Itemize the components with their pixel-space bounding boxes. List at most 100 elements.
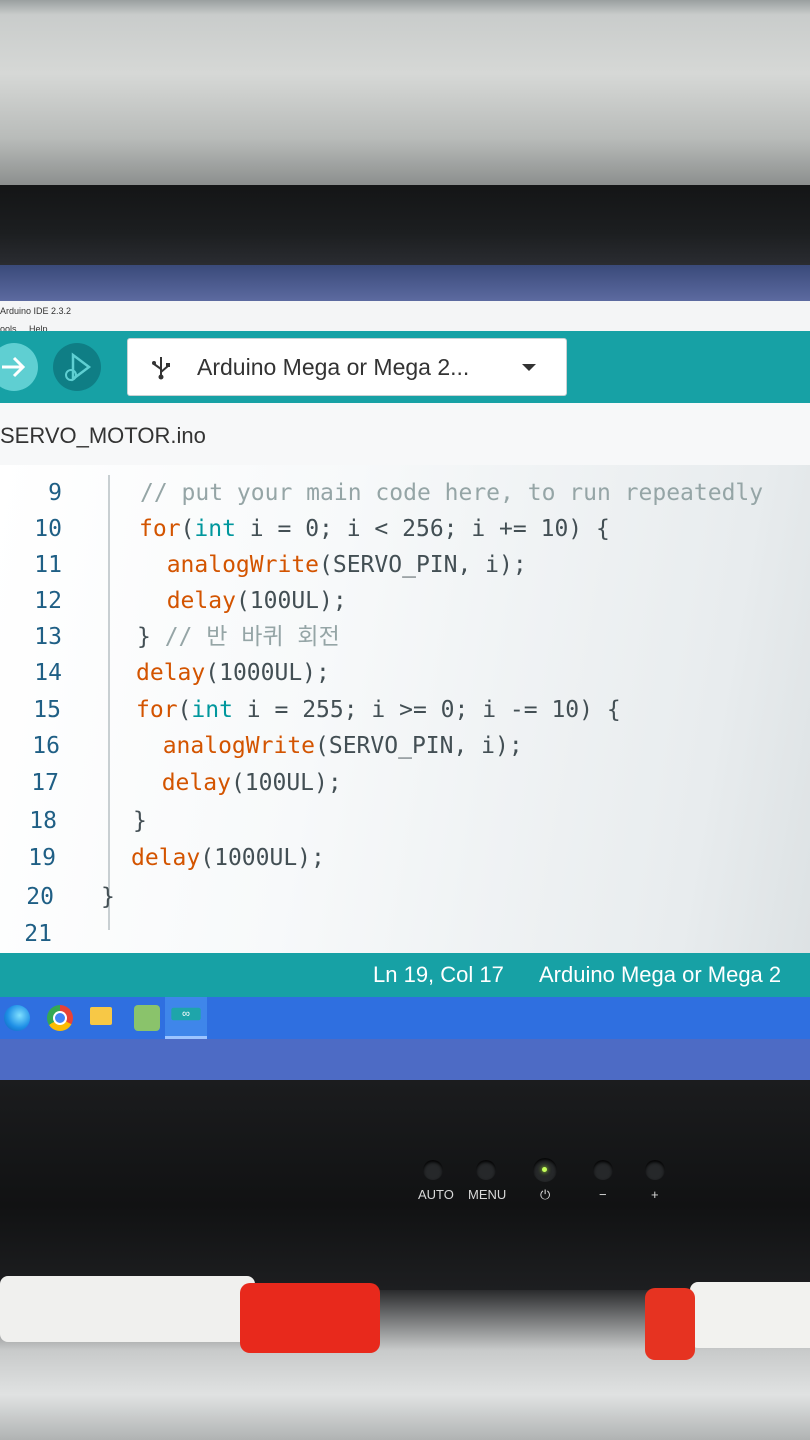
code-token: (SERVO_PIN, i);	[315, 733, 523, 759]
code-line: 10 for(int i = 0; i < 256; i += 10) {	[0, 511, 810, 547]
code-token: delay	[139, 588, 236, 614]
monitor-bezel-bottom: AUTO MENU ⏻ − +	[0, 1080, 810, 1290]
line-number: 15	[33, 697, 61, 723]
minus-label: −	[599, 1187, 607, 1202]
code-text: delay(100UL);	[134, 765, 342, 801]
code-line: 18}	[0, 803, 810, 839]
code-token: int	[191, 697, 233, 723]
tab-bar: SERVO_MOTOR.ino	[0, 403, 810, 465]
board-selector[interactable]: Arduino Mega or Mega 2...	[128, 339, 566, 395]
code-line: 12 delay(100UL);	[0, 583, 810, 619]
code-token: i = 255; i >= 0; i -= 10) {	[232, 697, 621, 723]
monitor-plus-button[interactable]	[645, 1160, 665, 1180]
folder-icon[interactable]	[90, 1007, 112, 1025]
code-text: analogWrite(SERVO_PIN, i);	[135, 728, 523, 764]
code-text: delay(1000UL);	[131, 840, 325, 876]
menu-label: MENU	[468, 1187, 507, 1202]
arrow-right-icon	[2, 356, 26, 378]
code-token: for	[139, 516, 181, 542]
cursor-position[interactable]: Ln 19, Col 17	[373, 962, 504, 988]
chrome-icon[interactable]	[47, 1005, 73, 1031]
code-token: analogWrite	[139, 552, 320, 578]
marker-left-body	[0, 1276, 255, 1342]
monitor-bezel-top	[0, 185, 810, 265]
code-token: (1000UL);	[200, 845, 325, 871]
code-line: 21	[0, 916, 810, 952]
code-token: (SERVO_PIN, i);	[319, 552, 527, 578]
code-token: i = 0; i < 256; i += 10) {	[235, 516, 610, 542]
code-text: delay(100UL);	[139, 583, 347, 619]
marker-left-cap	[240, 1283, 380, 1353]
auto-label: AUTO	[418, 1187, 454, 1202]
line-number: 9	[48, 480, 62, 506]
window-title: Arduino IDE 2.3.2	[0, 306, 72, 316]
code-token: (100UL);	[230, 770, 342, 796]
monitor-menu-button[interactable]	[476, 1160, 496, 1180]
line-number: 14	[34, 660, 62, 686]
code-token: (	[177, 697, 192, 723]
line-number: 20	[26, 884, 54, 910]
line-number: 12	[34, 588, 62, 614]
code-token: for	[136, 697, 178, 723]
code-line: 13} // 반 바퀴 회전	[0, 619, 810, 655]
code-text: for(int i = 255; i >= 0; i -= 10) {	[136, 692, 621, 728]
code-line: 9 // put your main code here, to run repe…	[0, 475, 810, 511]
code-text: }	[101, 879, 115, 915]
status-bar: Ln 19, Col 17 Arduino Mega or Mega 2	[0, 953, 810, 997]
code-token: // 반 바퀴 회전	[164, 624, 340, 650]
line-number: 17	[31, 770, 59, 796]
code-token: delay	[134, 770, 231, 796]
code-text: // put your main code here, to run repea…	[140, 475, 763, 511]
code-token: delay	[131, 845, 201, 871]
line-number: 16	[32, 733, 60, 759]
debug-icon	[65, 352, 92, 382]
code-line: 16 analogWrite(SERVO_PIN, i);	[0, 728, 810, 764]
monitor-screen: Arduino IDE 2.3.2 ools Help Arduino Mega…	[0, 265, 810, 1080]
line-number: 19	[28, 845, 56, 871]
plus-label: +	[651, 1187, 659, 1202]
arduino-icon[interactable]	[165, 997, 207, 1039]
toolbar: Arduino Mega or Mega 2...	[0, 331, 810, 403]
chevron-down-icon	[522, 364, 536, 371]
code-token: (100UL);	[235, 588, 347, 614]
code-text: for(int i = 0; i < 256; i += 10) {	[139, 511, 610, 547]
code-line: 19 delay(1000UL);	[0, 840, 810, 876]
code-token: analogWrite	[135, 733, 316, 759]
code-line: 11 analogWrite(SERVO_PIN, i);	[0, 547, 810, 583]
code-token: delay	[136, 660, 206, 686]
code-text: analogWrite(SERVO_PIN, i);	[139, 547, 527, 583]
code-line: 15 for(int i = 255; i >= 0; i -= 10) {	[0, 692, 810, 728]
code-token: }	[101, 884, 115, 910]
taskbar	[0, 997, 810, 1039]
edge-icon[interactable]	[4, 1005, 30, 1031]
usb-icon	[152, 357, 170, 380]
line-number: 10	[34, 516, 62, 542]
code-text: } // 반 바퀴 회전	[137, 619, 340, 655]
marker-right-body	[690, 1282, 810, 1348]
monitor-minus-button[interactable]	[593, 1160, 613, 1180]
debug-button[interactable]	[53, 343, 101, 391]
tab-servo-motor[interactable]: SERVO_MOTOR.ino	[0, 423, 206, 449]
code-token: }	[137, 624, 165, 650]
code-line: 17 delay(100UL);	[0, 765, 810, 801]
line-number: 13	[34, 624, 62, 650]
marker-right-cap	[645, 1288, 695, 1360]
upload-button[interactable]	[0, 343, 38, 391]
desktop-wallpaper	[0, 265, 810, 301]
code-line: 20}	[0, 879, 810, 915]
line-number: 11	[34, 552, 62, 578]
code-token: }	[133, 808, 147, 834]
desktop-background	[0, 1039, 810, 1080]
code-token: (	[180, 516, 195, 542]
code-token: int	[194, 516, 236, 542]
app-icon[interactable]	[134, 1005, 160, 1031]
monitor-auto-button[interactable]	[423, 1160, 443, 1180]
line-number: 21	[24, 921, 52, 947]
code-editor[interactable]: 9 // put your main code here, to run repe…	[0, 465, 810, 953]
line-number: 18	[29, 808, 57, 834]
status-board[interactable]: Arduino Mega or Mega 2	[539, 962, 781, 988]
code-token: // put your main code here, to run repea…	[140, 480, 764, 506]
power-icon: ⏻	[540, 1187, 551, 1202]
code-token: (1000UL);	[205, 660, 330, 686]
wall-background	[0, 0, 810, 185]
